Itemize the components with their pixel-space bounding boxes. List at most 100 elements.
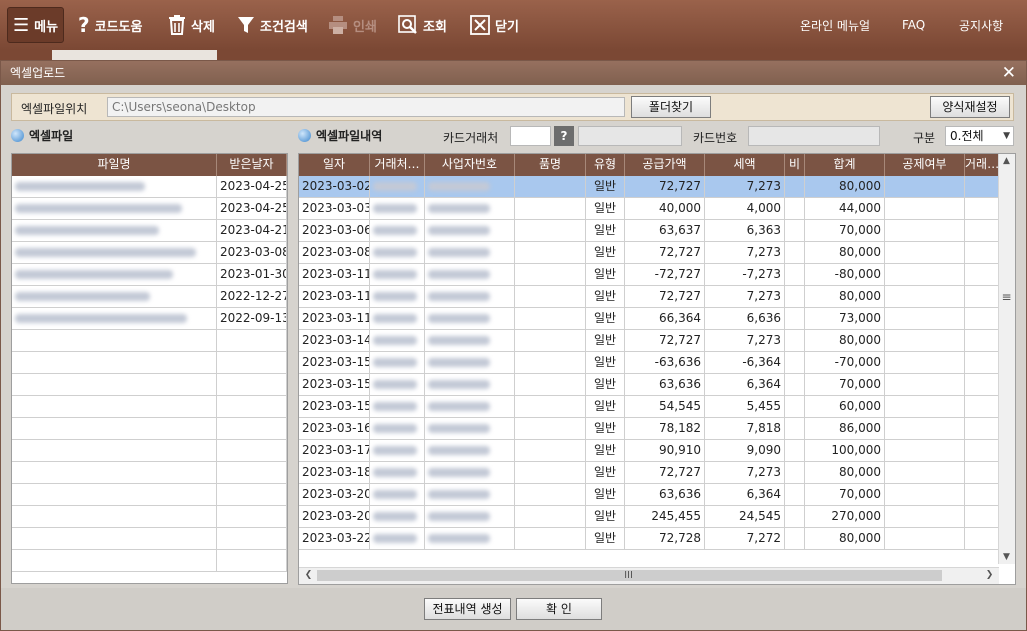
menu-button[interactable]: ☰ 메뉴 xyxy=(7,7,64,43)
received-date-cell: 2022-09-13 xyxy=(217,308,287,329)
col-business-number[interactable]: 사업자번호 xyxy=(425,154,515,176)
file-row[interactable] xyxy=(12,506,287,528)
business-number-cell xyxy=(425,528,515,549)
col-misc[interactable]: 비 xyxy=(785,154,805,176)
col-date[interactable]: 일자 xyxy=(299,154,370,176)
folder-find-button[interactable]: 폴더찾기 xyxy=(631,96,711,118)
card-vendor-help-icon[interactable]: ? xyxy=(554,126,574,146)
deductible-cell xyxy=(885,374,965,395)
redacted-text xyxy=(373,248,417,257)
col-type[interactable]: 유형 xyxy=(586,154,625,176)
horizontal-scrollbar[interactable]: ❮ III ❯ xyxy=(299,567,999,584)
supply-cell: 54,545 xyxy=(625,396,705,417)
deductible-cell xyxy=(885,484,965,505)
detail-row[interactable]: 2023-03-15 일반 -63,636 -6,364 -70,000 xyxy=(299,352,1000,374)
col-tax[interactable]: 세액 xyxy=(705,154,785,176)
close-button[interactable]: 닫기 xyxy=(470,0,519,50)
detail-row[interactable]: 2023-03-03 일반 40,000 4,000 44,000 xyxy=(299,198,1000,220)
total-cell: 60,000 xyxy=(805,396,885,417)
detail-row[interactable]: 2023-03-15 일반 63,636 6,364 70,000 xyxy=(299,374,1000,396)
code-help-button[interactable]: ? 코드도움 xyxy=(78,0,142,50)
redacted-text xyxy=(428,248,490,257)
right-section-title: 엑셀파일내역 xyxy=(298,127,382,144)
delete-button[interactable]: 삭제 xyxy=(168,0,215,50)
misc-cell xyxy=(785,528,805,549)
search-button[interactable]: 조건검색 xyxy=(237,0,308,50)
file-row[interactable] xyxy=(12,528,287,550)
detail-row[interactable]: 2023-03-06 일반 63,637 6,363 70,000 xyxy=(299,220,1000,242)
col-transaction[interactable]: 거래… xyxy=(965,154,1000,176)
detail-row[interactable]: 2023-03-02 일반 72,727 7,273 80,000 xyxy=(299,176,1000,198)
notice-link[interactable]: 공지사항 xyxy=(959,0,1003,50)
item-cell xyxy=(515,440,586,461)
card-vendor-input[interactable] xyxy=(510,126,551,146)
detail-row[interactable]: 2023-03-14 일반 72,727 7,273 80,000 xyxy=(299,330,1000,352)
online-manual-link[interactable]: 온라인 메뉴얼 xyxy=(800,0,870,50)
dialog-close-icon[interactable]: ✕ xyxy=(1002,63,1016,83)
scroll-up-icon[interactable]: ▲ xyxy=(999,156,1014,166)
file-row[interactable]: 2023-04-21 xyxy=(12,220,287,242)
detail-row[interactable]: 2023-03-11 일반 72,727 7,273 80,000 xyxy=(299,286,1000,308)
redacted-text xyxy=(373,204,417,213)
scroll-grip-icon[interactable]: ≡ xyxy=(999,290,1014,304)
file-row[interactable]: 2023-03-08 xyxy=(12,242,287,264)
redacted-filename xyxy=(15,204,182,213)
deductible-cell xyxy=(885,286,965,307)
scroll-left-icon[interactable]: ❮ xyxy=(301,570,316,580)
tax-cell: 7,273 xyxy=(705,286,785,307)
transaction-cell xyxy=(965,396,1000,417)
detail-row[interactable]: 2023-03-17 일반 90,910 9,090 100,000 xyxy=(299,440,1000,462)
ok-button[interactable]: 확 인 xyxy=(516,598,602,620)
file-row[interactable] xyxy=(12,440,287,462)
scroll-down-icon[interactable]: ▼ xyxy=(999,552,1014,562)
detail-row[interactable]: 2023-03-20 일반 63,636 6,364 70,000 xyxy=(299,484,1000,506)
tax-cell: -6,364 xyxy=(705,352,785,373)
file-row[interactable]: 2023-04-25 xyxy=(12,176,287,198)
form-reset-button[interactable]: 양식재설정 xyxy=(930,96,1010,118)
file-row[interactable]: 2022-12-27 xyxy=(12,286,287,308)
file-row[interactable] xyxy=(12,374,287,396)
scroll-right-icon[interactable]: ❯ xyxy=(982,570,997,580)
faq-link[interactable]: FAQ xyxy=(902,0,925,50)
file-grid: 파일명 받은날자 2023-04-25 2023-04-25 2023-04-21 2… xyxy=(11,153,288,584)
file-row[interactable] xyxy=(12,484,287,506)
vendor-cell xyxy=(370,440,425,461)
detail-row[interactable]: 2023-03-20 일반 245,455 24,545 270,000 xyxy=(299,506,1000,528)
detail-row[interactable]: 2023-03-16 일반 78,182 7,818 86,000 xyxy=(299,418,1000,440)
file-row[interactable] xyxy=(12,396,287,418)
vertical-scrollbar[interactable]: ▲ ≡ ▼ xyxy=(998,154,1015,564)
file-row[interactable] xyxy=(12,418,287,440)
file-row[interactable]: 2023-01-30 xyxy=(12,264,287,286)
misc-cell xyxy=(785,352,805,373)
vendor-cell xyxy=(370,176,425,197)
file-row[interactable] xyxy=(12,352,287,374)
total-cell: 70,000 xyxy=(805,220,885,241)
detail-row[interactable]: 2023-03-15 일반 54,545 5,455 60,000 xyxy=(299,396,1000,418)
col-supply[interactable]: 공급가액 xyxy=(625,154,705,176)
business-number-cell xyxy=(425,506,515,527)
type-select-value: 0.전체 xyxy=(950,129,984,143)
col-vendor[interactable]: 거래처… xyxy=(370,154,425,176)
vendor-cell xyxy=(370,242,425,263)
detail-row[interactable]: 2023-03-11 일반 66,364 6,636 73,000 xyxy=(299,308,1000,330)
received-date-cell: 2023-04-25 xyxy=(217,176,287,197)
detail-row[interactable]: 2023-03-11 일반 -72,727 -7,273 -80,000 xyxy=(299,264,1000,286)
file-row[interactable] xyxy=(12,550,287,572)
detail-row[interactable]: 2023-03-18 일반 72,727 7,273 80,000 xyxy=(299,462,1000,484)
detail-row[interactable]: 2023-03-08 일반 72,727 7,273 80,000 xyxy=(299,242,1000,264)
file-row[interactable] xyxy=(12,462,287,484)
col-file-name[interactable]: 파일명 xyxy=(12,154,217,176)
create-voucher-button[interactable]: 전표내역 생성 xyxy=(424,598,511,620)
path-input[interactable]: C:\Users\seona\Desktop xyxy=(107,97,625,117)
file-row[interactable]: 2022-09-13 xyxy=(12,308,287,330)
close-box-icon xyxy=(470,15,490,35)
col-received-date[interactable]: 받은날자 xyxy=(217,154,287,176)
col-item[interactable]: 품명 xyxy=(515,154,586,176)
col-total[interactable]: 합계 xyxy=(805,154,885,176)
file-row[interactable] xyxy=(12,330,287,352)
detail-row[interactable]: 2023-03-22 일반 72,728 7,272 80,000 xyxy=(299,528,1000,550)
file-row[interactable]: 2023-04-25 xyxy=(12,198,287,220)
view-button[interactable]: 조회 xyxy=(398,0,447,50)
col-deductible[interactable]: 공제여부 xyxy=(885,154,965,176)
type-select[interactable]: 0.전체 ▼ xyxy=(945,126,1014,146)
